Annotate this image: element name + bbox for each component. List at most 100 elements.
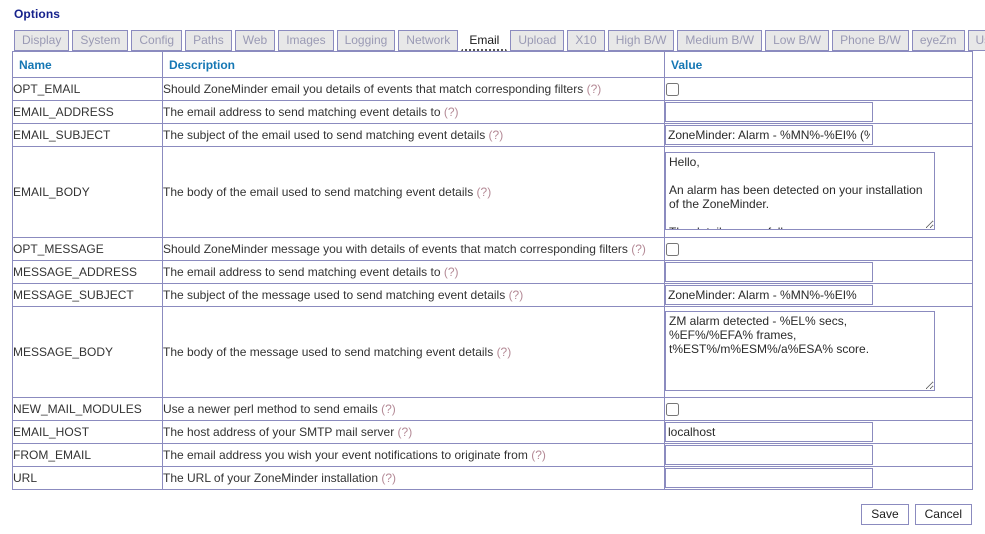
option-name: MESSAGE_ADDRESS — [12, 260, 163, 284]
page-title: Options — [14, 7, 61, 21]
option-value-cell — [664, 260, 973, 284]
option-text-input[interactable] — [665, 125, 873, 145]
option-text-input[interactable] — [665, 102, 873, 122]
option-name: EMAIL_SUBJECT — [12, 123, 163, 147]
column-header-description: Description — [162, 51, 665, 78]
option-description-text: The subject of the email used to send ma… — [163, 128, 486, 142]
option-textarea[interactable] — [665, 151, 935, 230]
option-value-cell — [664, 100, 973, 124]
help-icon[interactable]: (?) — [509, 288, 524, 302]
tab-images[interactable]: Images — [278, 30, 334, 51]
option-description-text: Should ZoneMinder email you details of e… — [163, 82, 584, 96]
option-description: Should ZoneMinder email you details of e… — [162, 77, 665, 101]
tab-system[interactable]: System — [72, 30, 129, 51]
table-row: MESSAGE_SUBJECT The subject of the messag… — [12, 283, 973, 307]
form-button-bar: Save Cancel — [12, 504, 972, 525]
tab-email[interactable]: Email — [461, 30, 508, 51]
option-value-cell — [664, 443, 973, 467]
option-description-text: The body of the message used to send mat… — [163, 345, 494, 359]
help-icon[interactable]: (?) — [381, 471, 396, 485]
option-description: The host address of your SMTP mail serve… — [162, 420, 665, 444]
option-name: MESSAGE_SUBJECT — [12, 283, 163, 307]
option-value-cell — [664, 237, 973, 261]
option-text-input[interactable] — [665, 285, 873, 305]
option-description-text: The email address to send matching event… — [163, 265, 441, 279]
option-name: FROM_EMAIL — [12, 443, 163, 467]
help-icon[interactable]: (?) — [489, 128, 504, 142]
option-value-cell — [664, 466, 973, 490]
option-name: EMAIL_HOST — [12, 420, 163, 444]
cancel-button[interactable]: Cancel — [914, 504, 972, 525]
help-icon[interactable]: (?) — [477, 185, 492, 199]
option-value-cell — [664, 306, 973, 398]
option-name: NEW_MAIL_MODULES — [12, 397, 163, 421]
option-text-input[interactable] — [665, 445, 873, 465]
tab-config[interactable]: Config — [131, 30, 183, 51]
option-value-cell — [664, 397, 973, 421]
column-header-name: Name — [12, 51, 163, 78]
option-name: OPT_MESSAGE — [12, 237, 163, 261]
option-name: OPT_EMAIL — [12, 77, 163, 101]
help-icon[interactable]: (?) — [531, 448, 546, 462]
option-description: The URL of your ZoneMinder installation … — [162, 466, 665, 490]
option-description: Use a newer perl method to send emails (… — [162, 397, 665, 421]
options-table: Name Description Value OPT_EMAIL Should Z… — [12, 51, 973, 490]
option-checkbox[interactable] — [666, 82, 679, 96]
table-row: OPT_MESSAGE Should ZoneMinder message you… — [12, 237, 973, 261]
tab-web[interactable]: Web — [234, 30, 276, 51]
table-row: URL The URL of your ZoneMinder installati… — [12, 466, 973, 490]
option-description: The subject of the message used to send … — [162, 283, 665, 307]
help-icon[interactable]: (?) — [497, 345, 512, 359]
option-name: EMAIL_ADDRESS — [12, 100, 163, 124]
option-text-input[interactable] — [665, 422, 873, 442]
option-description: The subject of the email used to send ma… — [162, 123, 665, 147]
help-icon[interactable]: (?) — [587, 82, 602, 96]
save-button[interactable]: Save — [861, 504, 909, 525]
tab-eyezm[interactable]: eyeZm — [911, 30, 965, 51]
option-value-cell — [664, 146, 973, 238]
tab-network[interactable]: Network — [398, 30, 459, 51]
help-icon[interactable]: (?) — [631, 242, 646, 256]
options-table-body: OPT_EMAIL Should ZoneMinder email you det… — [12, 77, 973, 490]
table-row: EMAIL_SUBJECT The subject of the email us… — [12, 123, 973, 147]
tab-paths[interactable]: Paths — [185, 30, 232, 51]
tab-display[interactable]: Display — [14, 30, 70, 51]
help-icon[interactable]: (?) — [398, 425, 413, 439]
option-text-input[interactable] — [665, 468, 873, 488]
option-value-cell — [664, 283, 973, 307]
option-checkbox[interactable] — [666, 402, 679, 416]
option-description-text: The URL of your ZoneMinder installation — [163, 471, 378, 485]
table-header-row: Name Description Value — [12, 51, 973, 78]
option-checkbox[interactable] — [666, 242, 679, 256]
options-table-head: Name Description Value — [12, 51, 973, 78]
tab-high-b-w[interactable]: High B/W — [607, 30, 675, 51]
tab-logging[interactable]: Logging — [336, 30, 396, 51]
tab-medium-b-w[interactable]: Medium B/W — [677, 30, 763, 51]
option-text-input[interactable] — [665, 262, 873, 282]
tab-low-b-w[interactable]: Low B/W — [765, 30, 830, 51]
table-row: FROM_EMAIL The email address you wish you… — [12, 443, 973, 467]
option-textarea[interactable] — [665, 310, 935, 391]
tab-users[interactable]: Users — [967, 30, 985, 51]
option-description: The body of the email used to send match… — [162, 146, 665, 238]
tab-upload[interactable]: Upload — [510, 30, 565, 51]
options-tab-bar: Display System Config Paths Web Images Logging… — [14, 30, 985, 51]
table-row: OPT_EMAIL Should ZoneMinder email you det… — [12, 77, 973, 101]
tab-x10[interactable]: X10 — [567, 30, 605, 51]
help-icon[interactable]: (?) — [444, 265, 459, 279]
column-header-value: Value — [664, 51, 973, 78]
option-description-text: The email address you wish your event no… — [163, 448, 528, 462]
table-row: EMAIL_BODY The body of the email used to … — [12, 146, 973, 238]
table-row: NEW_MAIL_MODULES Use a newer perl method … — [12, 397, 973, 421]
option-description: Should ZoneMinder message you with detai… — [162, 237, 665, 261]
option-description: The email address you wish your event no… — [162, 443, 665, 467]
option-description-text: The email address to send matching event… — [163, 105, 441, 119]
help-icon[interactable]: (?) — [444, 105, 459, 119]
table-row: EMAIL_HOST The host address of your SMTP … — [12, 420, 973, 444]
help-icon[interactable]: (?) — [381, 402, 396, 416]
option-description-text: Should ZoneMinder message you with detai… — [163, 242, 628, 256]
tab-phone-b-w[interactable]: Phone B/W — [832, 30, 909, 51]
option-name: MESSAGE_BODY — [12, 306, 163, 398]
option-name: EMAIL_BODY — [12, 146, 163, 238]
option-value-cell — [664, 77, 973, 101]
